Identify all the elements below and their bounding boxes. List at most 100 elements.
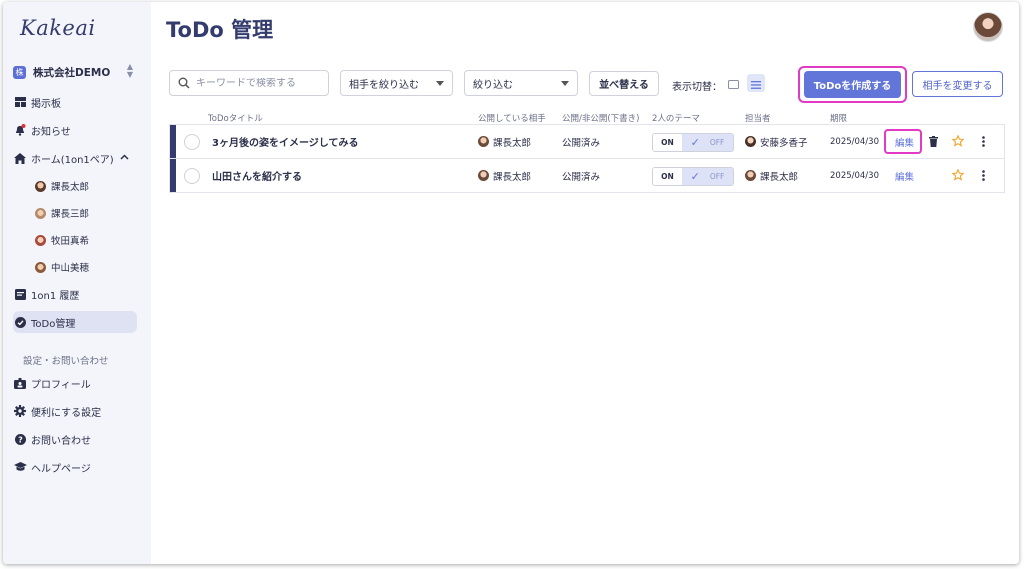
avatar xyxy=(33,261,47,273)
sidebar-item-help[interactable]: ヘルプページ xyxy=(13,456,137,478)
check-icon: ✓ xyxy=(690,136,700,149)
chevron-up-icon[interactable] xyxy=(120,153,129,163)
toggle-off-segment: ✓ OFF xyxy=(682,134,733,151)
table-row[interactable]: 山田さんを紹介する 課長太郎 公開済み ON ✓ OFF 課長太郎 2025/0… xyxy=(169,158,1005,193)
due-date: 2025/04/30 xyxy=(830,170,879,181)
sidebar-item-label: ホーム(1on1ペア) xyxy=(31,154,114,166)
history-icon xyxy=(13,288,27,300)
sidebar-item-label: 課長三郎 xyxy=(51,209,90,220)
sidebar-item-label: 掲示板 xyxy=(31,98,61,110)
theme-toggle[interactable]: ON ✓ OFF xyxy=(652,133,734,152)
bulletin-icon xyxy=(13,97,27,107)
search-input[interactable] xyxy=(196,77,316,89)
company-switcher[interactable]: 株 株式会社DEMO ▲ ▼ xyxy=(13,62,141,82)
sidebar-item-label: ヘルプページ xyxy=(31,463,91,475)
trash-icon xyxy=(928,132,938,151)
edit-link-highlight xyxy=(884,129,922,154)
toggle-off-label: OFF xyxy=(709,172,725,181)
chevron-updown-icon: ▲ ▼ xyxy=(126,62,133,79)
sidebar-item-contact[interactable]: ? お問い合わせ xyxy=(13,428,137,450)
header-title: ToDoタイトル xyxy=(208,114,263,124)
gear-icon xyxy=(13,405,27,417)
more-menu-button[interactable] xyxy=(976,125,990,158)
sidebar-item-profile[interactable]: プロフィール xyxy=(13,372,137,394)
search-box[interactable] xyxy=(169,70,329,96)
sidebar-item-bulletin[interactable]: 掲示板 xyxy=(13,91,137,113)
row-indicator xyxy=(170,159,176,192)
graduation-cap-icon xyxy=(13,462,27,472)
partner-name: 課長太郎 xyxy=(493,137,532,149)
check-icon: ✓ xyxy=(690,170,700,183)
visibility-status: 公開済み xyxy=(562,137,601,149)
todo-title[interactable]: 山田さんを紹介する xyxy=(212,159,302,192)
assignee-name: 課長太郎 xyxy=(760,171,799,183)
question-circle-icon: ? xyxy=(13,433,27,445)
row-indicator xyxy=(170,125,176,158)
partner-name: 課長太郎 xyxy=(493,171,532,183)
favorite-button[interactable] xyxy=(950,159,966,192)
sidebar-item-todo[interactable]: ToDo管理 xyxy=(13,311,137,333)
company-name: 株式会社DEMO xyxy=(33,66,111,79)
profile-icon xyxy=(13,377,27,389)
star-icon xyxy=(951,166,965,185)
filter-select[interactable]: 絞り込む xyxy=(464,70,578,96)
header-partner: 公開している相手 xyxy=(478,114,546,124)
sort-button[interactable]: 並べ替える xyxy=(589,71,659,96)
partner-filter-label: 相手を絞り込む xyxy=(349,79,419,91)
avatar xyxy=(33,234,47,246)
avatar xyxy=(745,170,756,181)
theme-toggle[interactable]: ON ✓ OFF xyxy=(652,167,734,186)
app-logo: Kakeai xyxy=(20,16,96,40)
partner-filter-select[interactable]: 相手を絞り込む xyxy=(340,70,453,96)
edit-link[interactable]: 編集 xyxy=(895,159,914,192)
complete-checkbox[interactable] xyxy=(184,168,200,184)
sidebar-item-label: お問い合わせ xyxy=(31,435,91,447)
sidebar-item-history[interactable]: 1on1 履歴 xyxy=(13,283,137,305)
user-avatar[interactable] xyxy=(973,12,1003,42)
sidebar-item-label: 中山美穂 xyxy=(51,263,90,274)
avatar xyxy=(33,207,47,219)
header-due: 期限 xyxy=(830,114,848,124)
change-partner-button[interactable]: 相手を変更する xyxy=(912,71,1003,97)
more-vertical-icon xyxy=(981,132,985,151)
header-theme: 2人のテーマ xyxy=(652,114,700,124)
sidebar-item-partner-1[interactable]: 課長太郎 xyxy=(33,175,137,197)
sidebar-item-notices[interactable]: お知らせ xyxy=(13,119,137,141)
sidebar: Kakeai 株 株式会社DEMO ▲ ▼ 掲示板 お知らせ ホーム(1on1ペア… xyxy=(3,2,151,564)
company-badge-icon: 株 xyxy=(13,65,26,79)
caret-down-icon xyxy=(561,81,569,86)
home-icon xyxy=(13,152,27,164)
view-toggle-label: 表示切替： xyxy=(672,82,722,93)
partner-cell: 課長太郎 xyxy=(478,125,531,158)
caret-down-icon xyxy=(436,81,444,86)
todo-title[interactable]: 3ヶ月後の姿をイメージしてみる xyxy=(212,125,358,158)
page-title: ToDo 管理 xyxy=(166,18,274,42)
sidebar-item-label: 便利にする設定 xyxy=(31,407,102,419)
sidebar-item-label: 課長太郎 xyxy=(51,182,90,193)
complete-checkbox[interactable] xyxy=(184,134,200,150)
list-view-button[interactable] xyxy=(747,74,765,92)
sidebar-item-partner-3[interactable]: 牧田真希 xyxy=(33,229,137,251)
create-todo-button[interactable]: ToDoを作成する xyxy=(804,71,901,98)
toggle-on-label: ON xyxy=(653,134,682,151)
delete-button[interactable] xyxy=(926,125,940,158)
toggle-on-label: ON xyxy=(653,168,682,185)
assignee-cell: 課長太郎 xyxy=(745,159,798,192)
card-view-button[interactable] xyxy=(724,74,742,92)
list-view-icon xyxy=(751,74,761,93)
avatar xyxy=(33,180,47,192)
sidebar-item-partner-2[interactable]: 課長三郎 xyxy=(33,202,137,224)
sidebar-item-partner-4[interactable]: 中山美穂 xyxy=(33,256,137,278)
sidebar-item-label: プロフィール xyxy=(31,379,91,391)
header-assignee: 担当者 xyxy=(745,114,771,124)
favorite-button[interactable] xyxy=(950,125,966,158)
toggle-off-label: OFF xyxy=(709,138,725,147)
bell-icon xyxy=(13,124,27,136)
sidebar-item-preferences[interactable]: 便利にする設定 xyxy=(13,400,137,422)
settings-section-label: 設定・お問い合わせ xyxy=(23,356,109,367)
more-menu-button[interactable] xyxy=(976,159,990,192)
search-icon xyxy=(178,74,190,93)
table-row[interactable]: 3ヶ月後の姿をイメージしてみる 課長太郎 公開済み ON ✓ OFF 安藤多香子… xyxy=(169,124,1005,159)
sidebar-item-home[interactable]: ホーム(1on1ペア) xyxy=(13,147,137,169)
sidebar-item-label: 1on1 履歴 xyxy=(31,290,80,302)
